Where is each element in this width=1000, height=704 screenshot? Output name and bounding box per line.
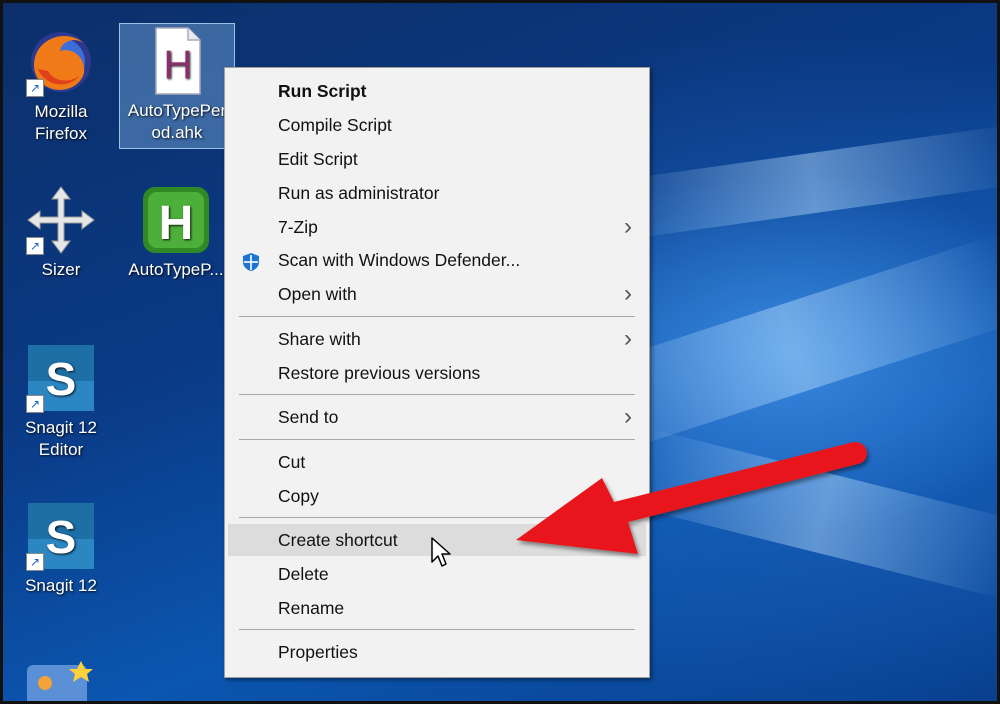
menu-separator	[239, 394, 635, 395]
menu-item-run-as-administrator[interactable]: Run as administrator	[228, 177, 646, 209]
svg-text:H: H	[159, 197, 194, 250]
mouse-cursor-icon	[430, 536, 452, 573]
desktop-icon-partial[interactable]	[25, 659, 95, 701]
chevron-right-icon: ›	[624, 325, 632, 352]
menu-item-send-to[interactable]: Send to ›	[228, 401, 646, 433]
desktop-icon-snagit-editor[interactable]: S ↗ Snagit 12 Editor	[6, 341, 116, 461]
snagit-icon: S ↗	[24, 499, 98, 573]
menu-item-label: Cut	[278, 452, 306, 472]
menu-item-label: Send to	[278, 407, 339, 427]
wallpaper-light-beam	[600, 124, 997, 242]
menu-separator	[239, 316, 635, 317]
menu-item-label: Open with	[278, 284, 357, 304]
snagit-icon: S ↗	[24, 341, 98, 415]
chevron-right-icon: ›	[624, 403, 632, 430]
icon-label-line1: Mozilla	[34, 102, 88, 121]
sizer-move-icon: ↗	[24, 183, 98, 257]
svg-text:S: S	[46, 511, 77, 563]
menu-item-label: Restore previous versions	[278, 363, 481, 383]
icon-label-line2: Firefox	[35, 124, 87, 143]
shortcut-arrow-icon: ↗	[26, 79, 44, 97]
menu-item-label: Rename	[278, 598, 345, 618]
menu-item-label: Run Script	[278, 81, 367, 101]
shortcut-arrow-icon: ↗	[26, 237, 44, 255]
menu-item-label: Properties	[278, 642, 358, 662]
icon-label-line2: od.ahk	[151, 123, 203, 142]
desktop-icon-sizer[interactable]: ↗ Sizer	[6, 183, 116, 281]
menu-item-edit-script[interactable]: Edit Script	[228, 143, 646, 175]
menu-item-label: Compile Script	[278, 115, 392, 135]
menu-item-label: Edit Script	[278, 149, 358, 169]
autohotkey-icon: H	[139, 183, 213, 257]
firefox-icon: ↗	[24, 25, 98, 99]
chevron-right-icon: ›	[624, 280, 632, 307]
menu-item-label: Copy	[278, 486, 319, 506]
menu-item-label: Delete	[278, 564, 329, 584]
menu-item-share-with[interactable]: Share with ›	[228, 323, 646, 355]
menu-item-label: Create shortcut	[278, 530, 398, 550]
ahk-script-file-icon: H	[140, 24, 214, 98]
menu-separator	[239, 629, 635, 630]
menu-item-scan-windows-defender[interactable]: Scan with Windows Defender...	[228, 244, 646, 276]
menu-item-open-with[interactable]: Open with ›	[228, 278, 646, 310]
annotation-arrow-icon	[516, 442, 867, 554]
menu-item-properties[interactable]: Properties	[228, 636, 646, 668]
menu-item-7zip[interactable]: 7-Zip ›	[228, 211, 646, 243]
icon-label-line1: Sizer	[41, 260, 81, 279]
svg-text:H: H	[164, 43, 193, 87]
menu-item-compile-script[interactable]: Compile Script	[228, 109, 646, 141]
icon-label-line1: Snagit 12	[25, 576, 97, 595]
shortcut-arrow-icon: ↗	[26, 553, 44, 571]
icon-label-line1: AutoTypePer	[127, 101, 227, 120]
menu-item-label: Scan with Windows Defender...	[278, 250, 521, 270]
desktop-icon-firefox[interactable]: ↗ Mozilla Firefox	[6, 25, 116, 145]
menu-item-label: 7-Zip	[278, 217, 318, 237]
icon-label-line1: AutoTypeP...	[128, 260, 224, 279]
desktop-icon-ahk-script[interactable]: H AutoTypePer od.ahk	[119, 23, 235, 149]
menu-item-label: Share with	[278, 329, 361, 349]
menu-item-rename[interactable]: Rename	[228, 592, 646, 624]
menu-item-restore-previous-versions[interactable]: Restore previous versions	[228, 357, 646, 389]
chevron-right-icon: ›	[624, 213, 632, 240]
svg-text:S: S	[46, 353, 77, 405]
icon-label-line2: Editor	[38, 440, 84, 459]
desktop-icon-autohotkey-exe[interactable]: H AutoTypeP...	[121, 183, 231, 281]
menu-item-run-script[interactable]: Run Script	[228, 75, 646, 107]
shortcut-arrow-icon: ↗	[26, 395, 44, 413]
desktop-icon-snagit[interactable]: S ↗ Snagit 12	[6, 499, 116, 597]
windows-defender-icon	[241, 250, 261, 271]
menu-item-label: Run as administrator	[278, 183, 440, 203]
icon-label-line1: Snagit 12	[25, 418, 97, 437]
